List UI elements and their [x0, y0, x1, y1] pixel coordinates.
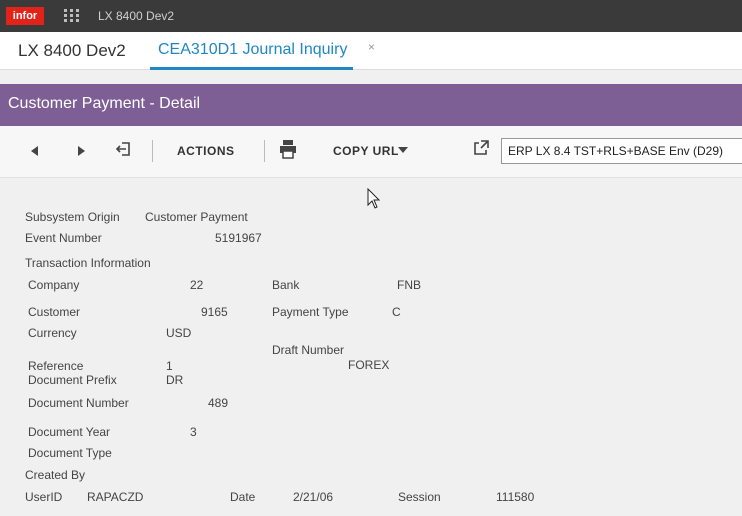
- userid-value: RAPACZD: [87, 490, 144, 504]
- userid-label: UserID: [25, 490, 63, 504]
- bank-value: FNB: [397, 278, 421, 292]
- date-value: 2/21/06: [293, 490, 334, 504]
- payment-type-value: C: [392, 305, 401, 319]
- currency-label: Currency: [28, 326, 77, 340]
- app-grid-icon[interactable]: [64, 9, 80, 23]
- date-label: Date: [230, 490, 256, 504]
- reference-label: Reference: [28, 359, 84, 373]
- actions-button[interactable]: ACTIONS: [177, 144, 235, 158]
- app-name-tab[interactable]: LX 8400 Dev2: [18, 41, 126, 61]
- copy-url-button[interactable]: COPY URL: [333, 144, 399, 158]
- next-record-icon[interactable]: [78, 146, 85, 156]
- open-external-icon[interactable]: [473, 140, 489, 161]
- mouse-cursor-icon: [367, 187, 381, 210]
- document-prefix-value: DR: [166, 373, 184, 387]
- document-number-label: Document Number: [28, 396, 129, 410]
- tab-bar: LX 8400 Dev2 CEA310D1 Journal Inquiry ×: [0, 32, 742, 70]
- top-bar: infor LX 8400 Dev2: [0, 0, 742, 32]
- detail-content: [0, 179, 742, 516]
- document-prefix-label: Document Prefix: [28, 373, 117, 387]
- bank-label: Bank: [272, 278, 300, 292]
- event-number-value: 5191967: [215, 231, 262, 245]
- previous-record-icon[interactable]: [31, 146, 38, 156]
- created-by-label: Created By: [25, 468, 86, 482]
- payment-type-label: Payment Type: [272, 305, 349, 319]
- event-number-label: Event Number: [25, 231, 102, 245]
- page-header: Customer Payment - Detail: [0, 84, 742, 126]
- document-year-label: Document Year: [28, 425, 111, 439]
- draft-number-value: FOREX: [348, 358, 390, 372]
- infor-logo[interactable]: infor: [6, 7, 44, 25]
- currency-value: USD: [166, 326, 192, 340]
- reference-value: 1: [166, 359, 173, 373]
- session-value: 111580: [496, 490, 535, 504]
- draft-number-label: Draft Number: [272, 343, 345, 357]
- subsystem-origin-value: Customer Payment: [145, 210, 248, 224]
- document-type-label: Document Type: [28, 446, 112, 460]
- tab-close-icon[interactable]: ×: [368, 40, 375, 54]
- page-title: Customer Payment - Detail: [8, 95, 201, 112]
- toolbar-divider: [264, 140, 265, 162]
- tab-journal-inquiry-label: CEA310D1 Journal Inquiry: [158, 41, 348, 58]
- customer-value: 9165: [201, 305, 228, 319]
- environment-select[interactable]: ERP LX 8.4 TST+RLS+BASE Env (D29): [501, 138, 742, 164]
- company-value: 22: [190, 278, 204, 292]
- print-icon[interactable]: [279, 139, 297, 159]
- session-label: Session: [398, 490, 441, 504]
- chevron-down-icon[interactable]: [398, 147, 408, 153]
- toolbar-divider: [152, 140, 153, 162]
- company-label: Company: [28, 278, 80, 292]
- subsystem-origin-label: Subsystem Origin: [25, 210, 120, 224]
- tab-journal-inquiry[interactable]: CEA310D1 Journal Inquiry: [150, 32, 354, 70]
- customer-label: Customer: [28, 305, 81, 319]
- document-number-value: 489: [208, 396, 229, 410]
- transaction-info-label: Transaction Information: [25, 256, 151, 270]
- document-year-value: 3: [190, 425, 197, 439]
- toolbar: ACTIONS COPY URL ERP LX 8.4 TST+RLS+BASE…: [0, 126, 742, 178]
- exit-icon[interactable]: [115, 140, 133, 163]
- top-title: LX 8400 Dev2: [98, 9, 175, 23]
